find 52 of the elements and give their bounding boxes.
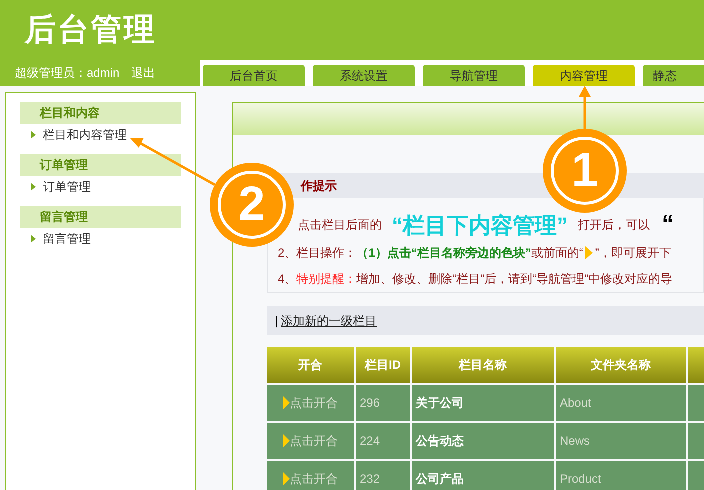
- tip-text: 点击栏目后面的: [298, 217, 382, 234]
- sidebar-link[interactable]: 订单管理: [43, 178, 91, 196]
- tips-heading: 作提示: [301, 178, 337, 194]
- nav-tab[interactable]: 导航管理: [423, 65, 525, 86]
- sidebar-link[interactable]: 栏目和内容管理: [43, 126, 127, 144]
- user-label: 超级管理员：admin: [15, 65, 120, 82]
- tip-text: ”，即可展开下: [595, 245, 672, 262]
- table-cell: [688, 385, 704, 421]
- table-cell: [688, 423, 704, 459]
- table-cell: 关于公司: [412, 385, 554, 421]
- arrow-icon: [130, 138, 216, 186]
- sidebar-heading: 订单管理: [20, 154, 181, 176]
- nav-tab[interactable]: 内容管理: [533, 65, 635, 86]
- column-header: 文件夹名称: [556, 347, 686, 383]
- triangle-icon: [283, 396, 290, 410]
- tip-text: 或前面的“: [531, 245, 584, 262]
- nav-tab[interactable]: 系统设置: [313, 65, 415, 86]
- pipe-text: |: [275, 312, 278, 330]
- table-cell: News: [556, 423, 686, 459]
- table-cell: About: [556, 385, 686, 421]
- tip-text: （1）点击“栏目名称旁边的色块”: [356, 245, 532, 262]
- triangle-icon: [585, 246, 594, 260]
- tip-text: 2、栏目操作：: [278, 245, 357, 262]
- table-cell: 296: [356, 385, 410, 421]
- tip-text: 打开后，可以: [578, 217, 650, 234]
- table-cell: 公司产品: [412, 461, 554, 490]
- column-header: [688, 347, 704, 383]
- tip-text: 4、: [278, 271, 297, 288]
- nav-tab[interactable]: 后台首页: [203, 65, 305, 86]
- column-header: 栏目名称: [412, 347, 554, 383]
- triangle-icon: [31, 131, 36, 139]
- tip-text: 特别提醒：: [296, 271, 357, 288]
- triangle-icon: [283, 434, 290, 448]
- sidebar-heading: 栏目和内容: [20, 102, 181, 124]
- column-header: 开合: [267, 347, 354, 383]
- triangle-icon: [31, 235, 36, 243]
- tip-text: “: [662, 210, 674, 240]
- table-cell: Product: [556, 461, 686, 490]
- sidebar-link[interactable]: 留言管理: [43, 230, 91, 248]
- nav-tab[interactable]: 静态: [643, 65, 704, 86]
- column-header: 栏目ID: [356, 347, 410, 383]
- site-title: 后台管理: [25, 10, 157, 49]
- triangle-icon: [283, 472, 290, 486]
- arrow-icon: [579, 86, 591, 129]
- triangle-icon: [31, 183, 36, 191]
- tip-text: “栏目下内容管理”: [392, 212, 568, 240]
- sidebar-heading: 留言管理: [20, 206, 181, 228]
- table-cell: 公告动态: [412, 423, 554, 459]
- table-cell: 232: [356, 461, 410, 490]
- add-category-link[interactable]: 添加新的一级栏目: [281, 312, 378, 330]
- table-cell: 224: [356, 423, 410, 459]
- tip-text: 增加、修改、删除“栏目”后，请到“导航管理”中修改对应的导: [356, 271, 673, 288]
